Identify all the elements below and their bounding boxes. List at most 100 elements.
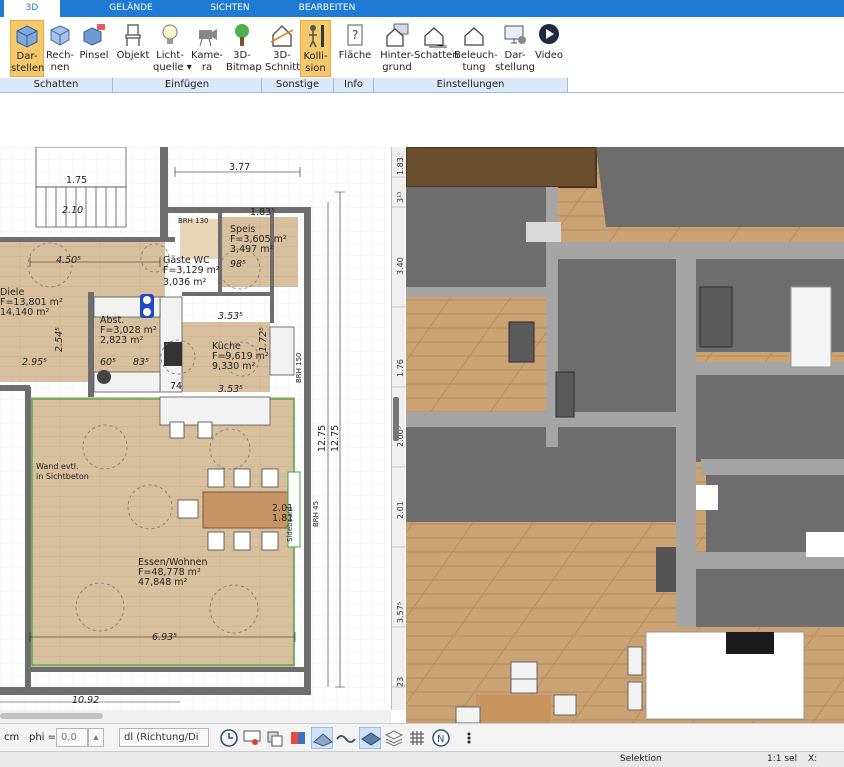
view-splitter-handle[interactable] <box>393 397 399 441</box>
dim-060: 60⁵ <box>100 357 116 368</box>
phi-label: phi = <box>29 732 57 743</box>
room-area2-abst: 2,823 m² <box>100 335 143 346</box>
flaeche-button[interactable]: ? Fläche <box>337 20 373 77</box>
ruler-tick-2: 3¹³ <box>396 191 405 203</box>
bitmap-label: 3D- Bitmap <box>226 50 262 73</box>
presentation-icon <box>243 730 261 745</box>
floor-plan-drawing: 3.77 4.50⁵ 2.95⁵ 3.53⁵ 3.53⁵ 6.93⁵ 10.92… <box>0 147 391 710</box>
schnitt-button[interactable]: 3D- Schnitt <box>265 20 300 77</box>
phi-stepper[interactable]: ▴ <box>88 728 104 747</box>
view-mode-3-button[interactable] <box>359 727 381 749</box>
tab-sichten[interactable]: SICHTEN <box>198 0 262 17</box>
section-house-icon <box>270 25 294 47</box>
schatten-button[interactable]: Schatten <box>414 20 459 77</box>
unit-label: cm <box>4 732 20 743</box>
north-compass-icon: N <box>432 729 450 747</box>
status-mode: Selektion <box>620 754 662 764</box>
house-shadow-icon <box>424 27 447 48</box>
note-wall-line1: Wand evtl. <box>36 462 79 471</box>
scrollbar-thumb[interactable] <box>0 713 103 719</box>
clock-button[interactable] <box>218 727 240 749</box>
house-background-icon <box>386 23 409 47</box>
svg-text:?: ? <box>352 28 358 42</box>
dim-450: 4.50⁵ <box>56 255 81 266</box>
empty-toolbar-area <box>0 94 844 147</box>
kollision-button[interactable]: Kolli- sion <box>300 20 331 77</box>
question-document-icon: ? <box>347 24 363 46</box>
layered-sheets-icon <box>384 730 404 747</box>
color-button[interactable] <box>287 727 309 749</box>
floor-plan-view[interactable]: 3.77 4.50⁵ 2.95⁵ 3.53⁵ 3.53⁵ 6.93⁵ 10.92… <box>0 147 391 710</box>
grid-icon <box>410 731 424 745</box>
tab-bearbeiten[interactable]: BEARBEITEN <box>292 0 362 17</box>
hintergrund-label: Hinter- grund <box>380 50 414 73</box>
video-label: Video <box>535 50 564 61</box>
plan-horizontal-scrollbar[interactable] <box>0 710 391 723</box>
dim-175: 1.75 <box>66 175 87 186</box>
ruler-tick-6: 2.01 <box>396 501 405 519</box>
stack-icon <box>361 732 381 746</box>
darstellen-button[interactable]: Dar- stellen <box>10 20 44 77</box>
darstellung-button[interactable]: Dar- stellung <box>495 20 535 77</box>
kamera-button[interactable]: Kame- ra <box>190 20 224 77</box>
tab-3d[interactable]: 3D <box>4 0 60 17</box>
color-palette-icon <box>291 732 305 744</box>
north-button[interactable]: N <box>430 727 452 749</box>
group-schatten: Schatten <box>0 78 113 92</box>
layers-button[interactable] <box>264 727 286 749</box>
dim-295: 2.95⁵ <box>22 357 47 368</box>
lichtquelle-button[interactable]: Licht- quelle ▾ <box>153 20 192 77</box>
dim-074: 74 <box>170 381 182 392</box>
direction-select[interactable]: dl (Richtung/Di <box>119 728 209 747</box>
darstellen-label: Dar- stellen <box>11 51 45 74</box>
dim-693: 6.93⁵ <box>152 632 177 643</box>
video-button[interactable]: Video <box>535 20 563 77</box>
ruler-tick-8: 23 <box>396 677 405 687</box>
presentation-button[interactable] <box>241 727 263 749</box>
lightbulb-icon <box>162 24 178 44</box>
note-sideboard: Sideboard <box>286 507 294 542</box>
cube-icon <box>16 25 38 48</box>
view-mode-4-button[interactable] <box>383 727 405 749</box>
tab-gelaende[interactable]: GELÄNDE <box>95 0 167 17</box>
status-coord: X: <box>808 754 818 764</box>
pinsel-button[interactable]: Pinsel <box>78 20 110 77</box>
status-scale: 1:1 sel <box>767 754 798 764</box>
phi-input[interactable]: 0,0 <box>56 728 88 747</box>
dim-1275a: 12.75 <box>317 425 328 452</box>
note-wall-line2: in Sichtbeton <box>36 472 89 481</box>
ruler-tick-4: 1.76 <box>396 359 405 377</box>
dim-1275b: 12.75 <box>330 425 341 452</box>
dim-377: 3.77 <box>229 162 250 173</box>
cube-icon <box>50 25 70 46</box>
view-mode-1-button[interactable] <box>311 727 333 749</box>
room-area1-gaestewc: F=3,129 m² <box>163 265 220 276</box>
beleuchtung-label: Beleuch- tung <box>454 50 498 73</box>
flaeche-label: Fläche <box>338 50 372 61</box>
note-brh130: BRH 130 <box>178 217 209 225</box>
dim-1092: 10.92 <box>72 695 99 706</box>
3d-view[interactable] <box>406 147 844 723</box>
hintergrund-button[interactable]: Hinter- grund <box>378 20 416 77</box>
view-mode-2-button[interactable] <box>335 727 357 749</box>
camera-icon <box>199 29 217 47</box>
ribbon-tab-bar: 3D GELÄNDE SICHTEN BEARBEITEN <box>0 0 844 17</box>
grid-button[interactable] <box>406 727 428 749</box>
person-collision-icon <box>308 25 324 48</box>
objekt-button[interactable]: Objekt <box>116 20 150 77</box>
layers-icon <box>267 731 283 747</box>
kamera-label: Kame- ra <box>190 50 223 73</box>
clock-icon <box>220 729 238 747</box>
wave-icon <box>336 735 356 743</box>
rechnen-button[interactable]: Rech- nen <box>45 20 75 77</box>
darstellung-label: Dar- stellung <box>495 50 535 73</box>
group-einstellungen: Einstellungen <box>374 78 568 92</box>
beleuchtung-button[interactable]: Beleuch- tung <box>454 20 498 77</box>
room-area2-speis: 3,497 m² <box>230 244 273 255</box>
more-options-button[interactable] <box>458 727 480 749</box>
ruler-tick-7: 3.57⁵ <box>396 602 405 623</box>
house-light-icon <box>464 27 484 46</box>
status-bar: Selektion 1:1 sel X: <box>0 751 844 767</box>
bitmap-button[interactable]: 3D- Bitmap <box>226 20 262 77</box>
3d-render <box>406 147 844 723</box>
